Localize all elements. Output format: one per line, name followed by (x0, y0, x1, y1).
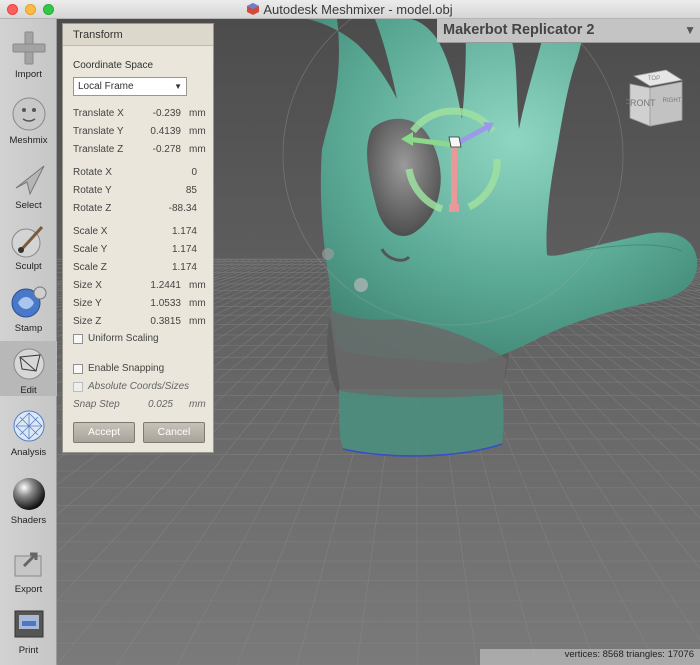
mesh-analysis-icon (13, 410, 44, 442)
scale-y-field[interactable]: 1.174 (137, 244, 197, 255)
size-z-unit: mm (189, 316, 206, 327)
meshmixer-app-icon (247, 3, 260, 15)
plus-icon (12, 31, 45, 65)
select-tool-label: Select (15, 200, 42, 211)
shaded-sphere-icon (12, 478, 45, 510)
print-tool-label: Print (18, 645, 39, 656)
translate-y-label: Translate Y (73, 126, 124, 137)
scale-x-field[interactable]: 1.174 (137, 226, 197, 237)
meshmix-tool-button[interactable]: Meshmix (0, 95, 57, 146)
chevron-down-icon: ▼ (174, 82, 182, 91)
scale-z-label: Scale Z (73, 262, 107, 273)
scale-x-label: Scale X (73, 226, 108, 237)
size-y-unit: mm (189, 298, 206, 309)
view-cube-top-label[interactable]: TOP (648, 76, 660, 82)
size-x-field[interactable]: 1.2441 (121, 280, 181, 291)
scale-y-label: Scale Y (73, 244, 108, 255)
translate-y-unit: mm (189, 126, 206, 137)
brush-icon (11, 225, 43, 258)
main-toolbar: Import Meshmix Select Sculpt Stamp Edit … (0, 19, 57, 665)
translate-y-field[interactable]: 0.4139 (121, 126, 181, 137)
snap-step-field[interactable]: 0.025 (113, 399, 173, 410)
transform-panel: Transform Coordinate Space Local Frame ▼… (62, 23, 214, 453)
enable-snapping-checkbox[interactable] (73, 364, 83, 374)
absolute-coords-label: Absolute Coords/Sizes (88, 381, 190, 392)
uniform-scaling-checkbox[interactable] (73, 334, 83, 344)
coordinate-space-select[interactable]: Local Frame ▼ (73, 77, 187, 96)
edit-tool-label: Edit (20, 385, 37, 396)
stamp-icon (11, 286, 46, 318)
mesh-base-translucent (339, 389, 504, 456)
rotate-z-field[interactable]: -88.34 (137, 203, 197, 214)
rotate-z-label: Rotate Z (73, 203, 112, 214)
status-bar: vertices: 8568 triangles: 17076 (480, 649, 700, 665)
translate-x-unit: mm (189, 108, 206, 119)
printer-name: Makerbot Replicator 2 (443, 22, 595, 38)
export-tool-label: Export (14, 584, 43, 595)
rotate-x-label: Rotate X (73, 167, 112, 178)
sculpt-tool-button[interactable]: Sculpt (0, 221, 57, 272)
shaders-tool-label: Shaders (10, 515, 47, 526)
export-arrow-icon (14, 552, 41, 577)
translate-x-label: Translate X (73, 108, 124, 119)
panel-title: Transform (63, 24, 213, 46)
shaders-tool-button[interactable]: Shaders (0, 475, 57, 526)
scale-z-field[interactable]: 1.174 (137, 262, 197, 273)
view-cube[interactable]: TOP FRONT RIGHT (626, 66, 688, 130)
edit-tool-button[interactable]: Edit (0, 341, 57, 396)
absolute-coords-checkbox[interactable] (73, 382, 83, 392)
rotate-y-field[interactable]: 85 (137, 185, 197, 196)
analysis-tool-label: Analysis (10, 447, 47, 458)
rotate-x-field[interactable]: 0 (137, 167, 197, 178)
export-tool-button[interactable]: Export (0, 544, 57, 595)
accept-button[interactable]: Accept (73, 422, 135, 443)
stamp-tool-button[interactable]: Stamp (0, 283, 57, 334)
analysis-tool-button[interactable]: Analysis (0, 407, 57, 458)
cancel-button[interactable]: Cancel (143, 422, 205, 443)
coordinate-space-value: Local Frame (78, 81, 134, 92)
translate-z-field[interactable]: -0.278 (121, 144, 181, 155)
enable-snapping-label: Enable Snapping (88, 363, 165, 374)
size-x-label: Size X (73, 280, 102, 291)
import-tool-label: Import (15, 69, 42, 80)
size-y-field[interactable]: 1.0533 (121, 298, 181, 309)
import-tool-button[interactable]: Import (0, 29, 57, 80)
chevron-down-icon[interactable]: ▼ (684, 23, 696, 37)
stamp-tool-label: Stamp (14, 323, 43, 334)
cursor-arrow-icon (15, 165, 44, 196)
size-y-label: Size Y (73, 298, 102, 309)
window-title-area: Autodesk Meshmixer - model.obj (0, 2, 700, 17)
window-titlebar: Autodesk Meshmixer - model.obj (0, 0, 700, 19)
printer-selector[interactable]: Makerbot Replicator 2 ▼ (437, 19, 700, 43)
size-x-unit: mm (189, 280, 206, 291)
wireframe-sphere-icon (13, 348, 44, 380)
view-cube-front-label[interactable]: FRONT (626, 98, 656, 108)
print-tool-button[interactable]: Print (0, 605, 57, 656)
window-title: Autodesk Meshmixer - model.obj (263, 2, 453, 17)
size-z-field[interactable]: 0.3815 (121, 316, 181, 327)
translate-x-field[interactable]: -0.239 (121, 108, 181, 119)
size-z-label: Size Z (73, 316, 102, 327)
view-cube-right-label[interactable]: RIGHT (663, 98, 682, 104)
coordinate-space-label: Coordinate Space (73, 60, 154, 71)
printer-icon (14, 610, 43, 638)
rotate-y-label: Rotate Y (73, 185, 112, 196)
snap-step-unit: mm (189, 399, 206, 410)
bunny-face-icon (12, 97, 45, 131)
sculpt-tool-label: Sculpt (15, 261, 42, 272)
select-tool-button[interactable]: Select (0, 160, 57, 211)
translate-z-label: Translate Z (73, 144, 124, 155)
uniform-scaling-label: Uniform Scaling (88, 333, 159, 344)
translate-z-unit: mm (189, 144, 206, 155)
meshmix-tool-label: Meshmix (9, 135, 48, 146)
